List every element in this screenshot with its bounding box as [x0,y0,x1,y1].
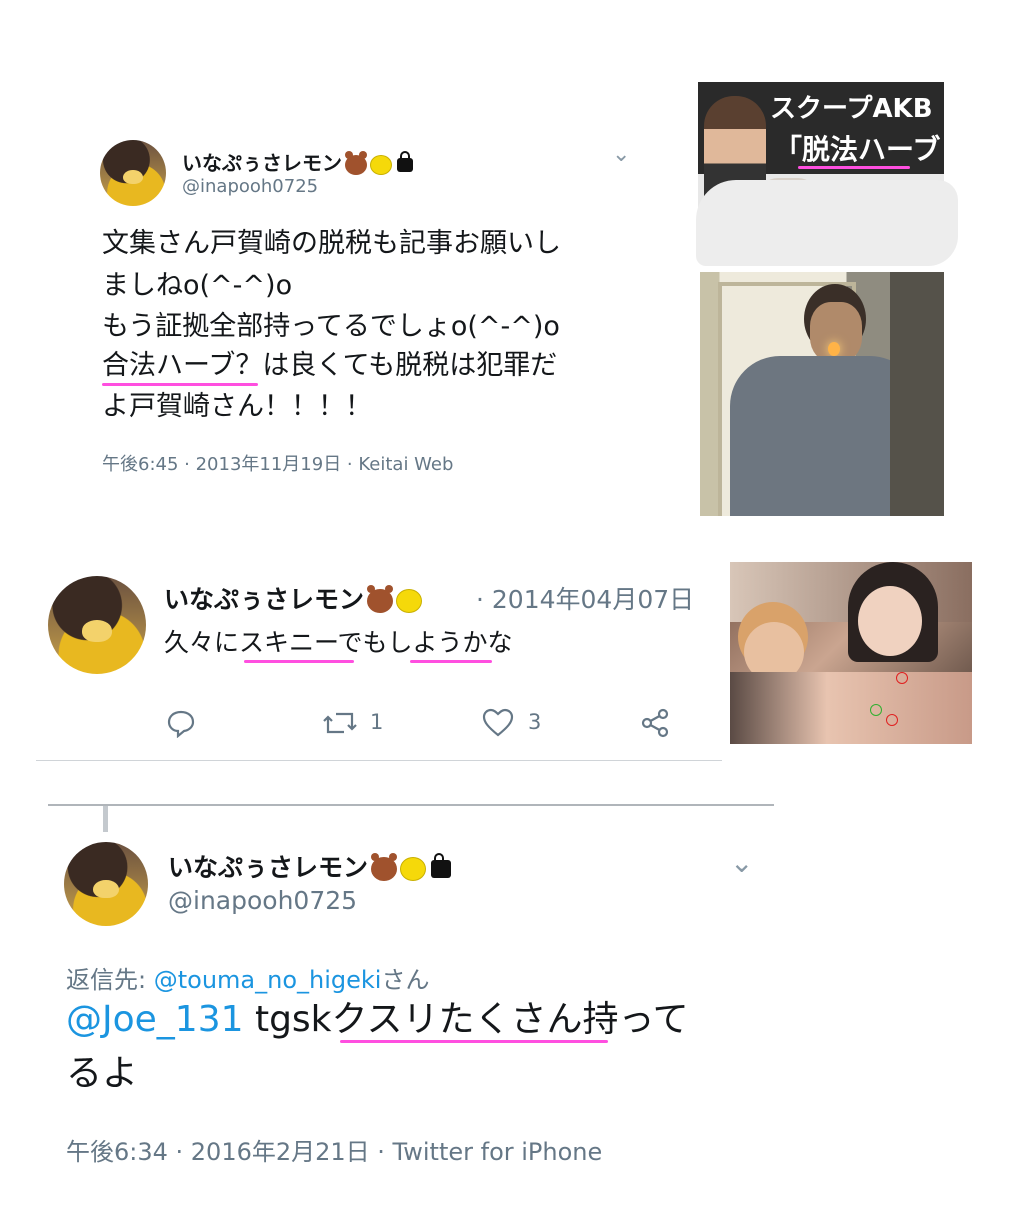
pink-underline [410,660,492,663]
red-circle-mark [886,714,898,726]
lemon-emoji-icon [400,857,427,881]
display-name[interactable]: いなぷぅさレモン [164,580,423,616]
pink-underline [244,660,354,663]
handle[interactable]: @inapooh0725 [168,886,357,915]
bear-emoji-icon [367,585,394,613]
smoking-man-photo [700,272,944,516]
magazine-headline-top: スクープAKB [770,94,933,124]
bear-emoji-icon [345,150,367,175]
avatar[interactable] [48,576,146,674]
lemon-emoji-icon [370,154,392,175]
bear-emoji-icon [371,853,398,881]
tweet-text-line: よ戸賀崎さん！！！！ [102,391,372,422]
retweet-count: 1 [370,710,384,734]
lock-icon [431,853,452,878]
handle[interactable]: @inapooh0725 [182,176,318,197]
share-icon[interactable] [640,708,670,744]
tweet-text: 久々にスキニーでもしようかな [164,628,513,657]
tweet-meta[interactable]: 午後6:34 · 2016年2月21日 · Twitter for iPhone [66,1132,602,1167]
avatar[interactable] [64,842,148,926]
mention-link[interactable]: @Joe_131 [66,999,244,1040]
chevron-down-icon[interactable]: ⌄ [612,142,630,167]
chevron-down-icon[interactable]: ⌄ [730,846,753,879]
tweet-date[interactable]: · 2014年04月07日 [476,580,694,616]
divider [48,804,774,806]
pink-underline [102,383,258,386]
tweet-meta[interactable]: 午後6:45 · 2013年11月19日 · Keitai Web [102,450,453,476]
green-circle-mark [870,704,882,716]
tweet-text-line1: tgskクスリたくさん持って [243,999,689,1040]
heart-icon [482,708,514,737]
reply-icon[interactable] [166,708,196,744]
display-name-text: いなぷぅさレモン [182,151,342,175]
thread-line [103,806,108,832]
tweet-text-line: ましねo(^-^)o [102,270,293,301]
display-name[interactable]: いなぷぅさレモン [182,147,413,176]
lemon-emoji-icon [396,589,423,613]
like-button[interactable]: 3 [482,708,541,744]
display-name[interactable]: いなぷぅさレモン [168,848,452,884]
tweet-text-line: 文集さん戸賀崎の脱税も記事お願いし [102,228,561,259]
like-count: 3 [528,710,542,734]
reply-context: 返信先: @touma_no_higekiさん [66,960,429,995]
display-name-text: いなぷぅさレモン [164,585,365,614]
tweet-text-line2: るよ [66,1053,139,1094]
red-circle-mark [896,672,908,684]
retweet-icon [323,712,357,734]
tweet-text: @Joe_131 tgskクスリたくさん持って [66,1002,689,1038]
lock-icon [397,150,413,172]
tweet-text-line: 合法ハーブ？は良くても脱税は犯罪だ [102,350,558,381]
avatar[interactable] [100,140,166,206]
magazine-headline-bottom: 「脱法ハーブ [774,133,941,166]
display-name-text: いなぷぅさレモン [168,853,369,882]
divider [36,760,722,761]
redaction-blob [696,180,958,266]
reply-suffix: さん [381,966,430,994]
pink-underline [798,166,910,169]
retweet-button[interactable]: 1 [322,708,383,744]
couple-photo [730,562,972,744]
pink-underline [340,1040,608,1043]
reply-to-link[interactable]: @touma_no_higeki [154,966,382,994]
reply-prefix: 返信先: [66,966,154,994]
tweet-text-line: もう証拠全部持ってるでしょo(^-^)o [102,311,560,342]
